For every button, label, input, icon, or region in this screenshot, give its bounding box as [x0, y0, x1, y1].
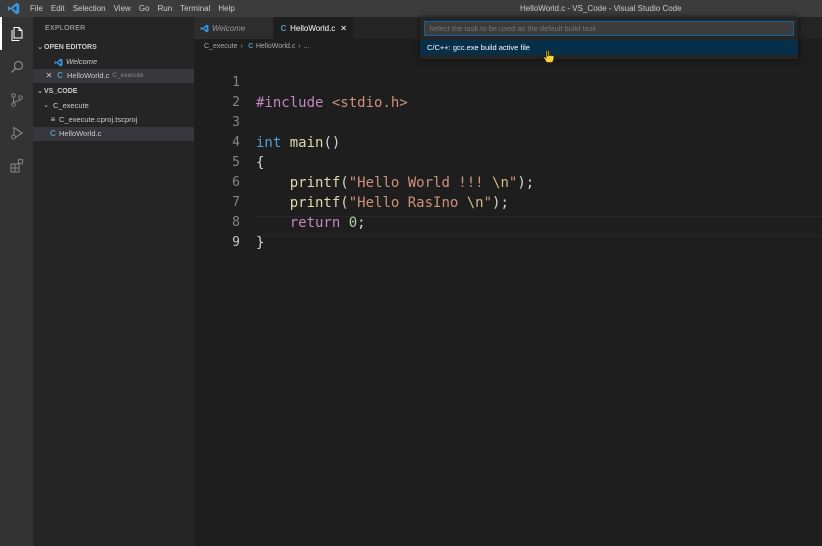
chevron-down-icon: ⌄ — [37, 44, 43, 51]
c-file-icon: C — [50, 129, 56, 138]
file-label: C_execute.cproj.tscproj — [59, 115, 138, 124]
folder-label: C_execute — [53, 101, 89, 110]
menu-terminal[interactable]: Terminal — [176, 0, 214, 17]
window-title: HelloWorld.c - VS_Code - Visual Studio C… — [520, 4, 682, 13]
close-icon[interactable]: ✕ — [43, 69, 55, 83]
file-label: HelloWorld.c — [59, 129, 102, 138]
file-lines-icon: ≡ — [50, 115, 56, 124]
explorer-sidebar: EXPLORER ⌄ OPEN EDITORS Welcome ✕ C Hell… — [33, 17, 194, 546]
menu-bar: File Edit Selection View Go Run Terminal… — [26, 0, 239, 17]
c-file-icon: C — [248, 42, 254, 50]
quick-pick-input[interactable] — [424, 21, 794, 36]
file-cproj[interactable]: ≡ C_execute.cproj.tscproj — [33, 113, 194, 127]
c-file-icon: C — [57, 71, 63, 80]
menu-view[interactable]: View — [110, 0, 135, 17]
breadcrumb-folder[interactable]: C_execute — [204, 43, 237, 50]
breadcrumb-symbol[interactable]: ... — [304, 43, 310, 50]
menu-help[interactable]: Help — [214, 0, 238, 17]
code-line: 5 printf("Hello World !!! \n"); — [194, 133, 822, 191]
quick-pick-panel: C/C++: gcc.exe build active file — [420, 17, 798, 59]
chevron-down-icon: ⌄ — [43, 102, 49, 109]
menu-edit[interactable]: Edit — [47, 0, 69, 17]
title-bar: File Edit Selection View Go Run Terminal… — [0, 0, 822, 17]
code-line: 3 int main() — [194, 93, 822, 151]
vscode-logo-icon — [0, 0, 26, 17]
menu-file[interactable]: File — [26, 0, 47, 17]
sidebar-title: EXPLORER — [45, 25, 86, 32]
code-line: 8 } — [194, 193, 822, 251]
workspace-header[interactable]: ⌄ VS_CODE — [33, 85, 194, 99]
open-editor-helloworld[interactable]: ✕ C HelloWorld.c C_execute — [33, 69, 194, 83]
explorer-icon[interactable] — [0, 17, 33, 50]
code-line: 4 { — [194, 113, 822, 171]
workspace-label: VS_CODE — [44, 88, 78, 95]
open-editors-header[interactable]: ⌄ OPEN EDITORS — [33, 41, 194, 55]
c-file-icon: C — [280, 23, 287, 33]
breadcrumb-file[interactable]: HelloWorld.c — [256, 43, 296, 50]
open-editor-folder: C_execute — [112, 72, 144, 79]
token: } — [256, 235, 265, 251]
tab-label: Welcome — [212, 23, 246, 33]
search-icon[interactable] — [0, 50, 33, 83]
code-line: 2 — [194, 73, 822, 110]
tab-welcome[interactable]: Welcome — [194, 17, 274, 39]
extensions-icon[interactable] — [0, 149, 33, 182]
code-editor[interactable]: 1 #include <stdio.h> 2 3 int main() 4 { … — [194, 53, 822, 546]
line-number: 9 — [232, 235, 240, 250]
activity-bar — [0, 17, 33, 546]
chevron-right-icon: › — [298, 42, 301, 50]
open-editor-label: HelloWorld.c — [67, 71, 110, 80]
close-icon[interactable]: ✕ — [340, 24, 347, 33]
run-debug-icon[interactable] — [0, 116, 33, 149]
code-line: 7 return 0; — [194, 173, 822, 231]
open-editors-label: OPEN EDITORS — [44, 44, 97, 51]
quick-pick-item[interactable]: C/C++: gcc.exe build active file — [420, 40, 798, 55]
hand-cursor-icon — [543, 49, 555, 66]
tab-label: HelloWorld.c — [290, 23, 336, 33]
folder-c-execute[interactable]: ⌄ C_execute — [33, 99, 194, 113]
chevron-down-icon: ⌄ — [37, 88, 43, 95]
file-helloworld[interactable]: C HelloWorld.c — [33, 127, 194, 141]
open-editor-welcome[interactable]: Welcome — [33, 55, 194, 69]
menu-go[interactable]: Go — [135, 0, 154, 17]
code-line: 9 — [194, 213, 822, 250]
chevron-right-icon: › — [240, 42, 243, 50]
menu-selection[interactable]: Selection — [69, 0, 110, 17]
code-line: 6 printf("Hello RasIno \n"); — [194, 153, 822, 211]
vscode-icon — [200, 24, 212, 33]
menu-run[interactable]: Run — [153, 0, 176, 17]
open-editor-label: Welcome — [66, 57, 98, 66]
tab-helloworld[interactable]: C HelloWorld.c ✕ — [274, 17, 354, 39]
source-control-icon[interactable] — [0, 83, 33, 116]
vscode-icon — [54, 58, 66, 67]
